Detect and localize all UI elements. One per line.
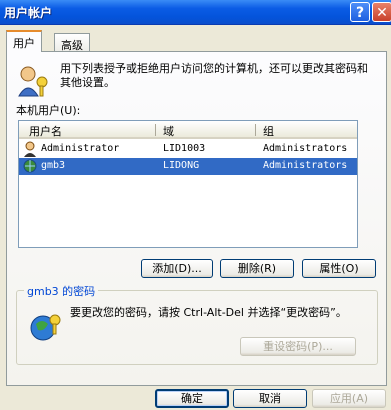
column-header-domain[interactable]: 域 — [163, 123, 174, 139]
column-header-group[interactable]: 组 — [263, 123, 274, 139]
table-row[interactable]: Administrator LID1003 Administrators — [19, 141, 357, 158]
add-button[interactable]: 添加(D)... — [141, 259, 213, 278]
remove-button[interactable]: 删除(R) — [220, 259, 294, 278]
user-globe-icon — [23, 159, 37, 173]
cell-group: Administrators — [263, 160, 348, 171]
tab-advanced[interactable]: 高级 — [54, 33, 90, 53]
list-header: 用户名 域 组 — [19, 121, 357, 139]
window-title: 用户帐户 — [4, 6, 53, 20]
apply-button[interactable]: 应用(A) — [312, 389, 386, 408]
title-bar[interactable]: 用户帐户 ? ✕ — [0, 0, 391, 25]
properties-button[interactable]: 属性(O) — [302, 259, 376, 278]
globe-key-icon — [30, 314, 61, 341]
tab-users[interactable]: 用户 — [6, 30, 42, 52]
cell-domain: LID1003 — [163, 143, 206, 154]
users-list[interactable]: 用户名 域 组 Administrator LID1003 Administra… — [18, 120, 358, 248]
close-button[interactable]: ✕ — [372, 2, 391, 22]
cell-user: Administrator — [41, 143, 120, 154]
local-users-label: 本机用户(U): — [16, 104, 81, 117]
cell-group: Administrators — [263, 143, 348, 154]
intro-text: 用下列表授予或拒绝用户访问您的计算机，还可以更改其密码和其他设置。 — [60, 62, 368, 89]
cell-domain: LIDONG — [163, 160, 200, 171]
reset-password-button[interactable]: 重设密码(P)... — [240, 337, 356, 356]
cell-user: gmb3 — [41, 160, 66, 171]
ok-button[interactable]: 确定 — [155, 389, 229, 408]
password-instructions: 要更改您的密码，请按 Ctrl-Alt-Del 并选择“更改密码”。 — [70, 306, 347, 319]
user-icon — [24, 141, 36, 157]
table-row-selected[interactable]: gmb3 LIDONG Administrators — [19, 158, 357, 175]
users-keys-icon — [18, 66, 48, 97]
password-group-label: gmb3 的密码 — [24, 283, 99, 299]
column-header-user[interactable]: 用户名 — [29, 123, 62, 139]
cancel-button[interactable]: 取消 — [233, 389, 307, 408]
help-button[interactable]: ? — [350, 2, 370, 22]
